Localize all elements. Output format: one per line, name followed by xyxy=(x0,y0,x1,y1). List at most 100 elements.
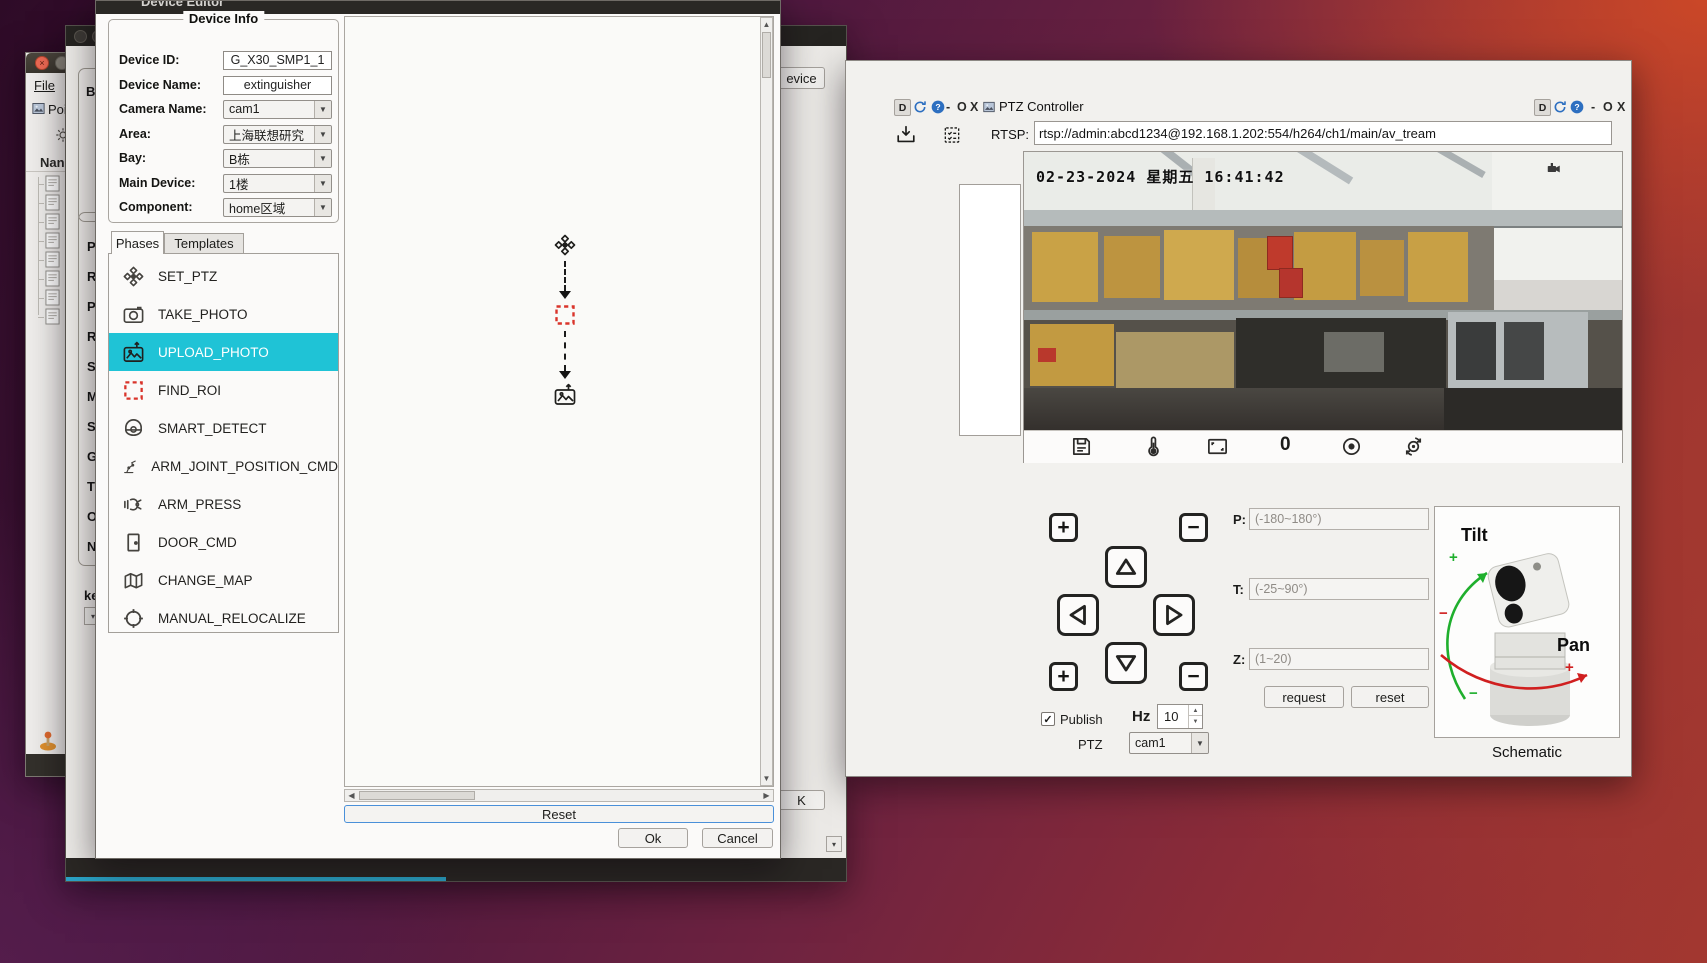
upload-photo-icon xyxy=(122,341,145,364)
tree-item-document-icon[interactable] xyxy=(45,213,60,230)
reload-icon[interactable] xyxy=(1552,99,1568,115)
pan-input[interactable] xyxy=(1249,508,1429,530)
flow-node-upload_photo[interactable] xyxy=(553,383,577,407)
tab-templates[interactable]: Templates xyxy=(164,233,244,254)
dock-button[interactable]: D xyxy=(1534,99,1551,116)
publish-checkbox[interactable]: ✓ xyxy=(1041,712,1055,726)
phase-item-set_ptz[interactable]: SET_PTZ xyxy=(109,257,338,295)
auto-scan-icon[interactable] xyxy=(1402,435,1425,458)
combo-value: B栋 xyxy=(224,150,314,167)
maximize-button[interactable]: O xyxy=(957,100,967,114)
flow-arrowhead xyxy=(559,371,571,379)
minimize-button[interactable]: - xyxy=(946,100,950,114)
flow-node-find_roi[interactable] xyxy=(553,303,577,327)
zoom-input[interactable] xyxy=(1249,648,1429,670)
focus-out-button[interactable]: − xyxy=(1179,513,1208,542)
phase-item-find_roi[interactable]: FIND_ROI xyxy=(109,371,338,409)
vertical-scrollbar[interactable]: ▲ ▼ xyxy=(760,17,773,786)
main-device-select[interactable]: 1楼▼ xyxy=(223,174,332,193)
tilt-input[interactable] xyxy=(1249,578,1429,600)
zoom-out-button[interactable]: + xyxy=(1049,662,1078,691)
maximize-button[interactable]: O xyxy=(1603,100,1613,114)
combo-value: cam1 xyxy=(224,101,314,118)
close-button[interactable]: X xyxy=(970,100,978,114)
tree-item-document-icon[interactable] xyxy=(45,194,60,211)
phase-item-change_map[interactable]: CHANGE_MAP xyxy=(109,561,338,599)
focus-in-button[interactable]: − xyxy=(1179,662,1208,691)
download-icon[interactable] xyxy=(895,124,917,146)
pan-left-button[interactable] xyxy=(1057,594,1099,636)
device-name-input[interactable]: extinguisher xyxy=(223,76,332,95)
fullscreen-icon[interactable] xyxy=(1206,435,1229,458)
dock-button[interactable]: D xyxy=(894,99,911,116)
device-button-clipped[interactable]: evice xyxy=(778,67,825,89)
reset-button[interactable]: Reset xyxy=(344,805,774,823)
minimize-button[interactable]: - xyxy=(1591,100,1595,114)
set-ptz-icon xyxy=(122,265,145,288)
reload-icon[interactable] xyxy=(912,99,928,115)
phase-item-arm_joint_position_cmd[interactable]: ARM_JOINT_POSITION_CMD xyxy=(109,447,338,485)
scroll-right-arrow[interactable]: ▶ xyxy=(760,790,773,801)
rtsp-input[interactable] xyxy=(1034,121,1612,145)
temperature-icon[interactable] xyxy=(1142,435,1165,458)
clipped-dropdown-arrow[interactable]: ▾ xyxy=(826,836,842,852)
video-panel: 02-23-2024 星期五 16:41:42 0 xyxy=(1023,151,1623,463)
help-icon[interactable]: ? xyxy=(1569,99,1585,115)
bay-select[interactable]: B栋▼ xyxy=(223,149,332,168)
flow-connector xyxy=(564,331,566,371)
phase-label: ARM_PRESS xyxy=(158,497,241,512)
save-icon[interactable] xyxy=(1070,435,1093,458)
tree-item-document-icon[interactable] xyxy=(45,232,60,249)
tab-phases[interactable]: Phases xyxy=(111,231,164,254)
help-icon[interactable]: ? xyxy=(930,99,946,115)
component-select[interactable]: home区域▼ xyxy=(223,198,332,217)
ptz-reset-button[interactable]: reset xyxy=(1351,686,1429,708)
phase-item-manual_relocalize[interactable]: MANUAL_RELOCALIZE xyxy=(109,599,338,637)
cancel-button[interactable]: Cancel xyxy=(702,828,773,848)
record-icon[interactable] xyxy=(1340,435,1363,458)
tilt-up-button[interactable] xyxy=(1105,546,1147,588)
scroll-down-arrow[interactable]: ▼ xyxy=(761,772,772,785)
tree-item-document-icon[interactable] xyxy=(45,175,60,192)
scroll-left-arrow[interactable]: ◀ xyxy=(345,790,358,801)
tilt-down-button[interactable] xyxy=(1105,642,1147,684)
tree-item-document-icon[interactable] xyxy=(45,289,60,306)
joystick-icon[interactable] xyxy=(36,728,60,752)
checklist-icon[interactable] xyxy=(942,125,962,145)
scroll-up-arrow[interactable]: ▲ xyxy=(761,18,772,31)
phase-label: MANUAL_RELOCALIZE xyxy=(158,611,306,626)
ok-button-clipped[interactable]: K xyxy=(778,790,825,810)
tilt-plus-sign: + xyxy=(1449,549,1458,566)
phase-item-take_photo[interactable]: TAKE_PHOTO xyxy=(109,295,338,333)
flow-connector xyxy=(564,261,566,291)
phase-item-smart_detect[interactable]: SMART_DETECT xyxy=(109,409,338,447)
scrollbar-thumb[interactable] xyxy=(359,791,475,800)
spin-down-button[interactable]: ▼ xyxy=(1188,715,1202,728)
phase-label: ARM_JOINT_POSITION_CMD xyxy=(151,459,338,474)
horizontal-scrollbar[interactable]: ◀ ▶ xyxy=(344,789,774,802)
camera-name-select[interactable]: cam1▼ xyxy=(223,100,332,119)
tree-item-document-icon[interactable] xyxy=(45,251,60,268)
device-id-input[interactable]: G_X30_SMP1_1 xyxy=(223,51,332,70)
phase-item-upload_photo[interactable]: UPLOAD_PHOTO xyxy=(109,333,338,371)
device-info-row: Bay:B栋▼ xyxy=(119,148,332,168)
phase-label: CHANGE_MAP xyxy=(158,573,253,588)
flow-node-set_ptz[interactable] xyxy=(553,233,577,257)
tree-item-document-icon[interactable] xyxy=(45,270,60,287)
request-button[interactable]: request xyxy=(1264,686,1344,708)
hz-spinbox[interactable]: 10 ▲ ▼ xyxy=(1157,704,1203,729)
close-button[interactable]: X xyxy=(1617,100,1625,114)
chevron-down-icon: ▼ xyxy=(314,175,331,192)
scrollbar-thumb[interactable] xyxy=(762,32,771,78)
phase-item-arm_press[interactable]: ARM_PRESS xyxy=(109,485,338,523)
svg-text:?: ? xyxy=(1574,102,1579,112)
flow-canvas[interactable]: ▲ ▼ xyxy=(344,16,774,787)
pan-right-button[interactable] xyxy=(1153,594,1195,636)
zoom-in-button[interactable]: + xyxy=(1049,513,1078,542)
tree-item-document-icon[interactable] xyxy=(45,308,60,325)
area-select[interactable]: 上海联想研究▼ xyxy=(223,125,332,144)
zero-indicator[interactable]: 0 xyxy=(1280,434,1291,456)
ptz-camera-select[interactable]: cam1 ▼ xyxy=(1129,732,1209,754)
phase-item-door_cmd[interactable]: DOOR_CMD xyxy=(109,523,338,561)
ok-button[interactable]: Ok xyxy=(618,828,688,848)
